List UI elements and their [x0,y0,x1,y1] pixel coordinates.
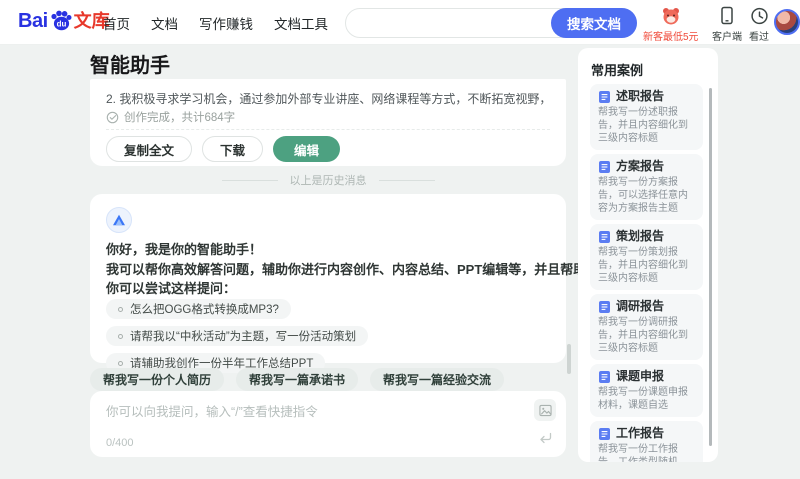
creation-status: 创作完成，共计684字 [106,109,235,125]
promo-label: 新客最低5元 [643,32,699,43]
document-icon [599,427,610,440]
prompt-input-card: 0/400 [90,391,566,457]
promo-entry[interactable]: 新客最低5元 [643,6,699,43]
prompt-input[interactable] [106,401,506,433]
history-answer-card: 2. 我积极寻求学习机会，通过参加外部专业讲座、网络课程等方式，不断拓宽视野，提… [90,79,566,166]
case-item-topic-application[interactable]: 课题申报 帮我写一份课题申报材料，课题自选 [590,364,703,417]
quick-chip-experience[interactable]: 帮我写一篇经验交流 [370,368,505,391]
quick-prompt-chips: 帮我写一份个人简历 帮我写一篇承诺书 帮我写一篇经验交流 [90,368,505,391]
divider-line-right [378,179,435,181]
case-title: 工作报告 [616,426,665,440]
case-title: 述职报告 [616,89,665,103]
case-item-job-report[interactable]: 述职报告 帮我写一份述职报告，并且内容细化到三级内容标题 [590,84,703,150]
main-nav: 首页 文档 写作赚钱 文档工具 更多 [103,0,376,45]
common-cases-list: 述职报告 帮我写一份述职报告，并且内容细化到三级内容标题 方案报告 帮我写一份方… [590,84,703,462]
image-icon [538,404,552,416]
case-desc: 帮我写一份工作报告，工作类型随机 [598,444,678,462]
search-input[interactable] [360,10,550,36]
assistant-avatar [106,207,132,233]
page-title: 智能助手 [90,55,170,77]
bullet-icon [118,306,123,312]
nav-item-earn[interactable]: 写作赚钱 [199,13,253,33]
document-icon [599,370,610,383]
creation-status-text: 创作完成，共计684字 [124,112,236,124]
greeting-line-3: 你可以尝试这样提问： [106,281,237,296]
send-enter-icon[interactable] [538,431,552,449]
case-desc: 帮我写一份方案报告，可以选择任意内容为方案报告主题 [598,177,688,214]
case-title: 策划报告 [616,229,665,243]
document-icon [599,160,610,173]
baidu-paw-icon: du [51,10,72,31]
chat-scrollbar-thumb[interactable] [567,344,571,374]
suggested-question-2[interactable]: 请帮我以“中秋活动”为主题，写一份活动策划 [106,326,369,346]
case-desc: 帮我写一份课题申报材料，课题自选 [598,387,688,411]
bullet-icon [118,333,123,339]
user-avatar[interactable] [774,9,800,35]
search-bar: 搜索文档 [345,8,637,38]
nav-item-home[interactable]: 首页 [103,13,130,33]
greeting-message: 你好，我是你的智能助手！ 我可以帮你高效解答问题，辅助你进行内容创作、内容总结、… [106,240,704,299]
greeting-line-2: 我可以帮你高效解答问题，辅助你进行内容创作、内容总结、PPT编辑等，并且帮助你激… [106,261,704,277]
greeting-line-1: 你好，我是你的智能助手！ [106,242,263,257]
suggested-question-1[interactable]: 怎么把OGG格式转换成MP3? [106,299,291,319]
viewed-entry[interactable]: 看过 [749,6,769,43]
assistant-logo-icon [113,214,125,226]
history-divider-text: 以上是历史消息 [289,175,367,187]
case-title: 课题申报 [616,369,665,383]
phone-icon [721,6,733,25]
case-item-planning-report[interactable]: 策划报告 帮我写一份策划报告，并且内容细化到三级内容标题 [590,224,703,290]
nav-item-docs[interactable]: 文档 [151,13,178,33]
svg-text:du: du [56,19,66,28]
quick-chip-commitment[interactable]: 帮我写一篇承诺书 [236,368,359,391]
copy-all-button[interactable]: 复制全文 [106,136,193,162]
char-counter: 0/400 [106,437,134,449]
document-icon [599,230,610,243]
case-item-research-report[interactable]: 调研报告 帮我写一份调研报告，并且内容细化到三级内容标题 [590,294,703,360]
check-circle-icon [106,111,119,123]
case-item-plan-report[interactable]: 方案报告 帮我写一份方案报告，可以选择任意内容为方案报告主题 [590,154,703,220]
suggested-question-1-text: 怎么把OGG格式转换成MP3? [130,304,279,316]
divider-line-left [221,179,278,181]
common-cases-title: 常用案例 [591,63,644,78]
document-icon [599,300,610,313]
download-button[interactable]: 下载 [202,136,264,162]
clock-icon [750,7,768,25]
answer-actions: 复制全文 下载 编辑 [106,136,341,162]
suggested-question-2-text: 请帮我以“中秋活动”为主题，写一份活动策划 [130,331,357,343]
document-icon [599,90,610,103]
edit-button[interactable]: 编辑 [273,136,341,162]
case-item-work-report[interactable]: 工作报告 帮我写一份工作报告，工作类型随机 [590,421,703,462]
quick-chip-resume[interactable]: 帮我写一份个人简历 [90,368,225,391]
promo-mascot-icon [662,8,679,25]
attach-image-button[interactable] [534,399,556,421]
viewed-label: 看过 [749,32,769,43]
case-title: 方案报告 [616,159,665,173]
case-title: 调研报告 [616,299,665,313]
nav-item-tools[interactable]: 文档工具 [274,13,328,33]
common-cases-panel: 常用案例 述职报告 帮我写一份述职报告，并且内容细化到三级内容标题 方案报告 帮… [578,48,718,462]
assistant-greeting-card: 你好，我是你的智能助手！ 我可以帮你高效解答问题，辅助你进行内容创作、内容总结、… [90,194,704,373]
client-entry[interactable]: 客户端 [712,6,742,43]
sidebar-scrollbar-thumb[interactable] [709,88,712,446]
top-navigation-bar: Bai du 文库 首页 文档 写作赚钱 文档工具 更多 搜索文档 [0,0,800,45]
baidu-wenku-logo[interactable]: Bai du 文库 [18,9,110,33]
case-desc: 帮我写一份调研报告，并且内容细化到三级内容标题 [598,317,688,354]
client-label: 客户端 [712,32,742,43]
dashed-divider [106,129,550,130]
case-desc: 帮我写一份策划报告，并且内容细化到三级内容标题 [598,247,688,284]
search-button[interactable]: 搜索文档 [551,8,637,38]
bullet-icon [118,360,123,366]
logo-text-bai: Bai [18,10,48,32]
history-answer-text: 2. 我积极寻求学习机会，通过参加外部专业讲座、网络课程等方式，不断拓宽视野，提… [106,92,550,106]
history-divider: 以上是历史消息 [90,172,566,188]
case-desc: 帮我写一份述职报告，并且内容细化到三级内容标题 [598,107,688,144]
baidu-wenku-assistant-page: Bai du 文库 首页 文档 写作赚钱 文档工具 更多 搜索文档 [0,0,800,479]
